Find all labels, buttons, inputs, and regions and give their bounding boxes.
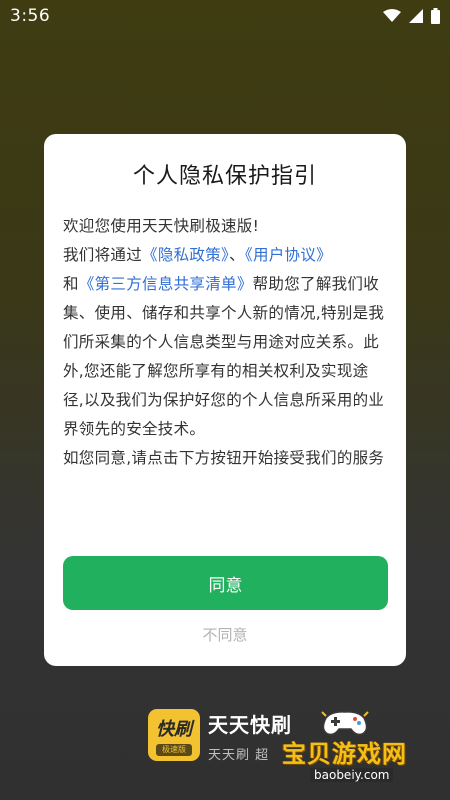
privacy-policy-link[interactable]: 《隐私政策》 (142, 246, 229, 264)
watermark-text: 宝贝游戏网 (282, 740, 407, 768)
app-logo: 快刷 极速版 (148, 709, 200, 761)
intro-paragraph: 我们将通过《隐私政策》、《用户协议》和《第三方信息共享清单》帮助您了解我们收集、… (63, 241, 387, 444)
app-name: 天天快刷 (208, 713, 292, 737)
status-time: 3:56 (10, 6, 51, 26)
separator-text: 、 (229, 246, 245, 264)
user-agreement-link[interactable]: 《用户协议》 (245, 246, 332, 264)
greeting-text: 欢迎您使用天天快刷极速版! (63, 217, 260, 235)
app-logo-text: 快刷 (156, 719, 192, 740)
dialog-title: 个人隐私保护指引 (132, 164, 317, 189)
signal-icon (409, 9, 423, 23)
app-brand: 快刷 极速版 天天快刷 天天刷 超 (148, 709, 292, 769)
watermark: 宝贝游戏网 baobeiy.com (282, 708, 450, 800)
privacy-dialog: 个人隐私保护指引 欢迎您使用天天快刷极速版! 我们将通过《隐私政策》、《用户协议… (44, 134, 406, 666)
disagree-button[interactable]: 不同意 (44, 624, 406, 645)
watermark-url: baobeiy.com (310, 768, 394, 782)
battery-icon (431, 8, 440, 24)
consent-text: 如您同意,请点击下方按钮开始接受我们的服务 (63, 449, 385, 467)
app-logo-subtext: 极速版 (156, 744, 192, 756)
dialog-body: 欢迎您使用天天快刷极速版! 我们将通过《隐私政策》、《用户协议》和《第三方信息共… (63, 212, 387, 473)
status-icons (383, 8, 440, 24)
third-party-list-link[interactable]: 《第三方信息共享清单》 (79, 275, 253, 293)
status-bar: 3:56 (0, 0, 450, 32)
agree-button[interactable]: 同意 (63, 556, 388, 610)
intro-prefix: 我们将通过 (63, 246, 143, 264)
brand-text: 天天快刷 天天刷 超 (208, 709, 292, 763)
wifi-icon (383, 9, 401, 22)
and-text: 和 (63, 275, 79, 293)
app-slogan: 天天刷 超 (208, 748, 270, 763)
body-text: 帮助您了解我们收集、使用、储存和共享个人新的情况,特别是我们所采集的个人信息类型… (63, 275, 385, 438)
